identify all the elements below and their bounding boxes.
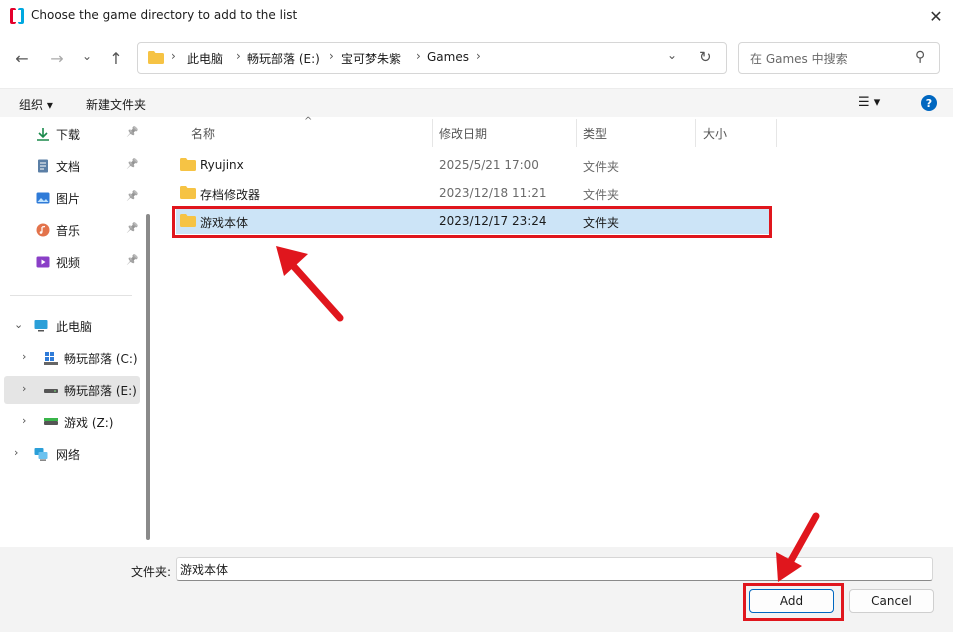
sidebar-item-documents[interactable]: 文档 📌	[0, 152, 140, 180]
help-icon[interactable]: ?	[921, 95, 937, 111]
pin-icon: 📌	[126, 191, 139, 202]
annotation-highlight-box	[172, 206, 772, 238]
organize-menu[interactable]: 组织 ▾	[19, 96, 53, 113]
search-icon[interactable]: ⚲	[915, 49, 925, 65]
sidebar-item-label: 下载	[56, 128, 81, 142]
view-options-button[interactable]: ☰ ▾	[858, 95, 880, 110]
folder-icon	[180, 158, 196, 171]
file-name: 存档修改器	[200, 188, 261, 202]
drive-c-icon	[44, 352, 58, 365]
sidebar-item-label: 畅玩部落 (E:)	[64, 384, 137, 398]
sidebar-item-label: 音乐	[56, 224, 81, 238]
chevron-down-icon[interactable]: ⌄	[14, 318, 23, 331]
drive-icon	[44, 389, 58, 393]
forward-button[interactable]: →	[44, 45, 70, 71]
breadcrumb-this-pc[interactable]: 此电脑	[187, 50, 223, 67]
breadcrumb-separator: ›	[329, 49, 334, 63]
sidebar-item-drive-c[interactable]: › 畅玩部落 (C:)	[0, 344, 140, 372]
breadcrumb-folder[interactable]: 宝可梦朱紫	[341, 50, 401, 67]
sort-ascending-icon: ^	[304, 116, 313, 127]
breadcrumb-drive-e[interactable]: 畅玩部落 (E:)	[247, 50, 320, 67]
sidebar-item-label: 此电脑	[56, 320, 93, 334]
sidebar-item-pictures[interactable]: 图片 📌	[0, 184, 140, 212]
app-icon	[10, 8, 24, 24]
drive-icon	[44, 418, 58, 425]
navigation-scrollbar[interactable]	[146, 214, 150, 540]
pin-icon: 📌	[126, 223, 139, 234]
recent-locations-button[interactable]: ⌄	[74, 43, 100, 69]
close-button[interactable]: ✕	[920, 2, 952, 30]
annotation-arrow	[276, 246, 344, 322]
file-row[interactable]: Ryujinx 2025/5/21 17:00 文件夹	[176, 152, 772, 178]
sidebar-item-this-pc[interactable]: ⌄ 此电脑	[0, 312, 140, 340]
sidebar-item-label: 文档	[56, 160, 81, 174]
sidebar-item-videos[interactable]: 视频 📌	[0, 248, 140, 276]
breadcrumb-separator: ›	[236, 49, 241, 63]
sidebar-item-network[interactable]: › 网络	[0, 440, 140, 468]
download-icon	[37, 128, 49, 141]
computer-icon	[34, 320, 48, 332]
breadcrumb-games[interactable]: Games	[427, 50, 469, 64]
column-divider[interactable]	[576, 119, 577, 147]
picture-icon	[36, 192, 50, 204]
breadcrumb-separator: ›	[416, 49, 421, 63]
address-dropdown-button[interactable]: ⌄	[667, 48, 677, 62]
sidebar-item-drive-e[interactable]: › 畅玩部落 (E:)	[4, 376, 140, 404]
breadcrumb-separator: ›	[476, 49, 481, 63]
file-date: 2025/5/21 17:00	[439, 158, 539, 172]
file-type: 文件夹	[583, 188, 620, 202]
annotation-highlight-box	[743, 583, 844, 621]
title-bar: Choose the game directory to add to the …	[0, 0, 953, 32]
chevron-right-icon[interactable]: ›	[22, 414, 26, 427]
search-box[interactable]: ⚲	[738, 42, 940, 74]
sidebar-item-drive-z[interactable]: › 游戏 (Z:)	[0, 408, 140, 436]
annotation-arrow	[776, 512, 820, 582]
folder-label: 文件夹:	[131, 565, 172, 579]
chevron-right-icon[interactable]: ›	[22, 350, 26, 363]
divider	[10, 295, 132, 296]
command-bar: 组织 ▾ 新建文件夹 ☰ ▾ ?	[0, 88, 953, 117]
file-name: Ryujinx	[200, 158, 244, 172]
sidebar-item-label: 网络	[56, 448, 81, 462]
column-header-type[interactable]: 类型	[583, 125, 607, 142]
search-input[interactable]	[748, 49, 912, 69]
file-row[interactable]: 存档修改器 2023/12/18 11:21 文件夹	[176, 180, 772, 206]
breadcrumb-separator: ›	[171, 49, 176, 63]
sidebar-item-downloads[interactable]: 下载 📌	[0, 120, 140, 148]
column-header-name[interactable]: 名称	[191, 125, 215, 142]
address-bar[interactable]: › 此电脑 › 畅玩部落 (E:) › 宝可梦朱紫 › Games › ⌄ ↻	[137, 42, 727, 74]
sidebar-item-label: 畅玩部落 (C:)	[64, 352, 138, 366]
up-button[interactable]: ↑	[103, 45, 129, 71]
new-folder-button[interactable]: 新建文件夹	[86, 96, 146, 113]
document-icon	[38, 159, 48, 173]
video-icon	[36, 256, 50, 268]
file-list: ^ 名称 修改日期 类型 大小 Ryujinx 2025/5/21 17:00 …	[158, 116, 953, 547]
sidebar-item-music[interactable]: 音乐 📌	[0, 216, 140, 244]
file-date: 2023/12/18 11:21	[439, 186, 547, 200]
column-divider[interactable]	[432, 119, 433, 147]
chevron-right-icon[interactable]: ›	[22, 382, 26, 395]
refresh-icon[interactable]: ↻	[699, 48, 712, 66]
column-header-date[interactable]: 修改日期	[439, 125, 487, 142]
pin-icon: 📌	[126, 127, 139, 138]
chevron-right-icon[interactable]: ›	[14, 446, 18, 459]
pin-icon: 📌	[126, 159, 139, 170]
file-type: 文件夹	[583, 160, 620, 174]
window-title: Choose the game directory to add to the …	[31, 8, 298, 22]
column-divider[interactable]	[776, 119, 777, 147]
folder-icon	[180, 186, 196, 199]
column-header-size[interactable]: 大小	[703, 125, 727, 142]
pin-icon: 📌	[126, 255, 139, 266]
back-button[interactable]: ←	[9, 45, 35, 71]
navigation-pane: 下载 📌 文档 📌 图片 📌 音乐 📌 视频 📌 ⌄ 此电脑 › 畅玩部落 (C…	[0, 117, 150, 547]
cancel-button[interactable]: Cancel	[849, 589, 934, 613]
sidebar-item-label: 游戏 (Z:)	[64, 416, 114, 430]
network-icon	[34, 448, 48, 461]
sidebar-item-label: 图片	[56, 192, 81, 206]
music-icon	[36, 223, 50, 237]
column-divider[interactable]	[695, 119, 696, 147]
folder-icon	[148, 51, 164, 64]
sidebar-item-label: 视频	[56, 256, 81, 270]
